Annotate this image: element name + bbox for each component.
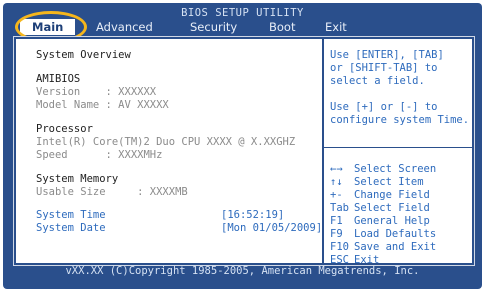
help-divider xyxy=(324,147,472,148)
key-label: Tab xyxy=(330,202,349,214)
help-line: select a field. xyxy=(330,75,425,87)
key-help-row: F1 General Help xyxy=(330,215,430,228)
copyright-footer: vXX.XX (C)Copyright 1985-2005, American … xyxy=(65,265,420,277)
system-time-value[interactable]: [16:52:19] xyxy=(221,209,284,222)
key-action: Select Screen xyxy=(354,163,437,175)
key-help-row: F9 Load Defaults xyxy=(330,228,436,241)
key-action: Change Field xyxy=(354,189,430,201)
help-line: Use [ENTER], [TAB] xyxy=(330,49,444,61)
tab-boot[interactable]: Boot xyxy=(269,19,295,35)
section-title: System Overview xyxy=(36,49,131,61)
tab-exit[interactable]: Exit xyxy=(325,19,347,35)
system-date-value[interactable]: [Mon 01/05/2009] xyxy=(221,222,322,235)
help-pane: Use [ENTER], [TAB] or [SHIFT-TAB] to sel… xyxy=(324,39,472,266)
key-action: Save and Exit xyxy=(354,241,437,253)
bios-version: Version : XXXXXX xyxy=(36,86,157,98)
usable-size: Usable Size : XXXXMB xyxy=(36,186,188,198)
memory-heading: System Memory xyxy=(36,173,119,185)
key-label: +- xyxy=(330,189,343,201)
key-label: F10 xyxy=(330,241,349,253)
bios-screen: BIOS SETUP UTILITY Main Advanced Securit… xyxy=(3,3,482,289)
key-help-row: ↑↓ Select Item xyxy=(330,176,424,189)
key-help-row: ←→ Select Screen xyxy=(330,163,436,176)
main-panel: System Overview AMIBIOS Version : XXXXXX… xyxy=(13,36,475,266)
help-line: Use [+] or [-] to xyxy=(330,101,438,113)
cpu-name: Intel(R) Core(TM)2 Duo CPU XXXX @ X.XXGH… xyxy=(36,136,296,148)
key-action: General Help xyxy=(354,215,430,227)
system-date-label[interactable]: System Date xyxy=(36,222,106,235)
key-help-row: Tab Select Field xyxy=(330,202,430,215)
key-action: Select Item xyxy=(354,176,424,188)
system-time-label[interactable]: System Time xyxy=(36,209,106,222)
key-help-row: +- Change Field xyxy=(330,189,430,202)
key-help-row: F10 Save and Exit xyxy=(330,241,436,254)
key-action: Select Field xyxy=(354,202,430,214)
processor-heading: Processor xyxy=(36,123,93,135)
arrows-vertical-icon: ↑↓ xyxy=(330,176,343,188)
help-line: configure system Time. xyxy=(330,114,470,126)
settings-pane: System Overview AMIBIOS Version : XXXXXX… xyxy=(16,39,322,263)
amibios-heading: AMIBIOS xyxy=(36,73,81,85)
help-line: or [SHIFT-TAB] to xyxy=(330,62,438,74)
cpu-speed: Speed : XXXXMHz xyxy=(36,149,163,161)
key-action: Load Defaults xyxy=(354,228,437,240)
model-name: Model Name : AV XXXXX xyxy=(36,99,169,111)
arrows-horizontal-icon: ←→ xyxy=(330,163,343,175)
tab-security[interactable]: Security xyxy=(190,19,237,35)
key-label: F9 xyxy=(330,228,343,240)
key-label: F1 xyxy=(330,215,343,227)
tab-advanced[interactable]: Advanced xyxy=(96,19,153,35)
